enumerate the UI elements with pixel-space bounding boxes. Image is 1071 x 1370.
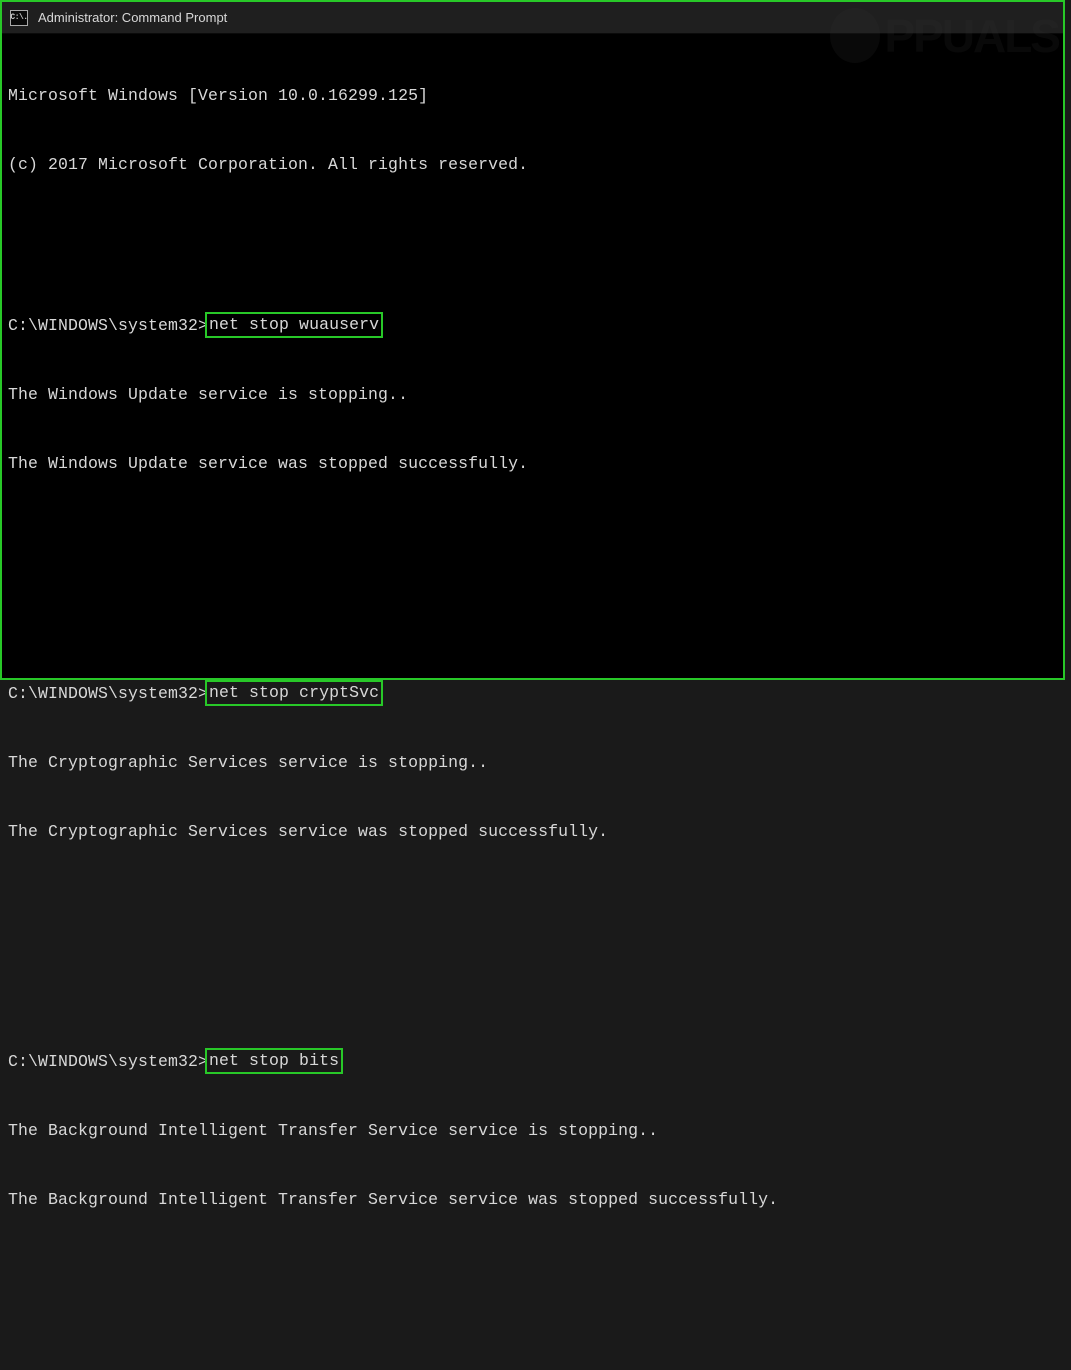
output-line: The Windows Update service was stopped s… bbox=[8, 452, 1061, 475]
blank-line bbox=[8, 222, 1061, 245]
output-line: The Windows Update service is stopping.. bbox=[8, 383, 1061, 406]
prompt: C:\WINDOWS\system32> bbox=[8, 1050, 208, 1073]
cmd-icon-glyph: C:\. bbox=[10, 13, 27, 22]
output-line: (c) 2017 Microsoft Corporation. All righ… bbox=[8, 153, 1061, 176]
watermark-head-icon bbox=[830, 8, 880, 63]
command-line: C:\WINDOWS\system32> net stop bits bbox=[8, 1050, 1061, 1073]
command-line: C:\WINDOWS\system32> net stop wuauserv bbox=[8, 314, 1061, 337]
blank-line bbox=[8, 889, 1061, 912]
blank-line bbox=[8, 958, 1061, 981]
output-line: Microsoft Windows [Version 10.0.16299.12… bbox=[8, 84, 1061, 107]
window-title: Administrator: Command Prompt bbox=[38, 10, 227, 25]
highlighted-command: net stop cryptSvc bbox=[205, 680, 383, 706]
prompt: C:\WINDOWS\system32> bbox=[8, 682, 208, 705]
output-line: The Background Intelligent Transfer Serv… bbox=[8, 1119, 1061, 1142]
output-line: The Cryptographic Services service was s… bbox=[8, 820, 1061, 843]
watermark-logo: PPUALS bbox=[830, 8, 1059, 63]
command-prompt-window: C:\. Administrator: Command Prompt Micro… bbox=[0, 0, 1065, 680]
output-line: The Cryptographic Services service is st… bbox=[8, 751, 1061, 774]
highlighted-command: net stop wuauserv bbox=[205, 312, 383, 338]
blank-line bbox=[8, 590, 1061, 613]
blank-line bbox=[8, 1257, 1061, 1280]
terminal-output-area[interactable]: Microsoft Windows [Version 10.0.16299.12… bbox=[2, 34, 1063, 1370]
cmd-icon: C:\. bbox=[10, 10, 28, 26]
command-line: C:\WINDOWS\system32> net stop cryptSvc bbox=[8, 682, 1061, 705]
blank-line bbox=[8, 521, 1061, 544]
blank-line bbox=[8, 1326, 1061, 1349]
highlighted-command: net stop bits bbox=[205, 1048, 343, 1074]
watermark-text: PPUALS bbox=[884, 9, 1059, 63]
prompt: C:\WINDOWS\system32> bbox=[8, 314, 208, 337]
output-line: The Background Intelligent Transfer Serv… bbox=[8, 1188, 1061, 1211]
